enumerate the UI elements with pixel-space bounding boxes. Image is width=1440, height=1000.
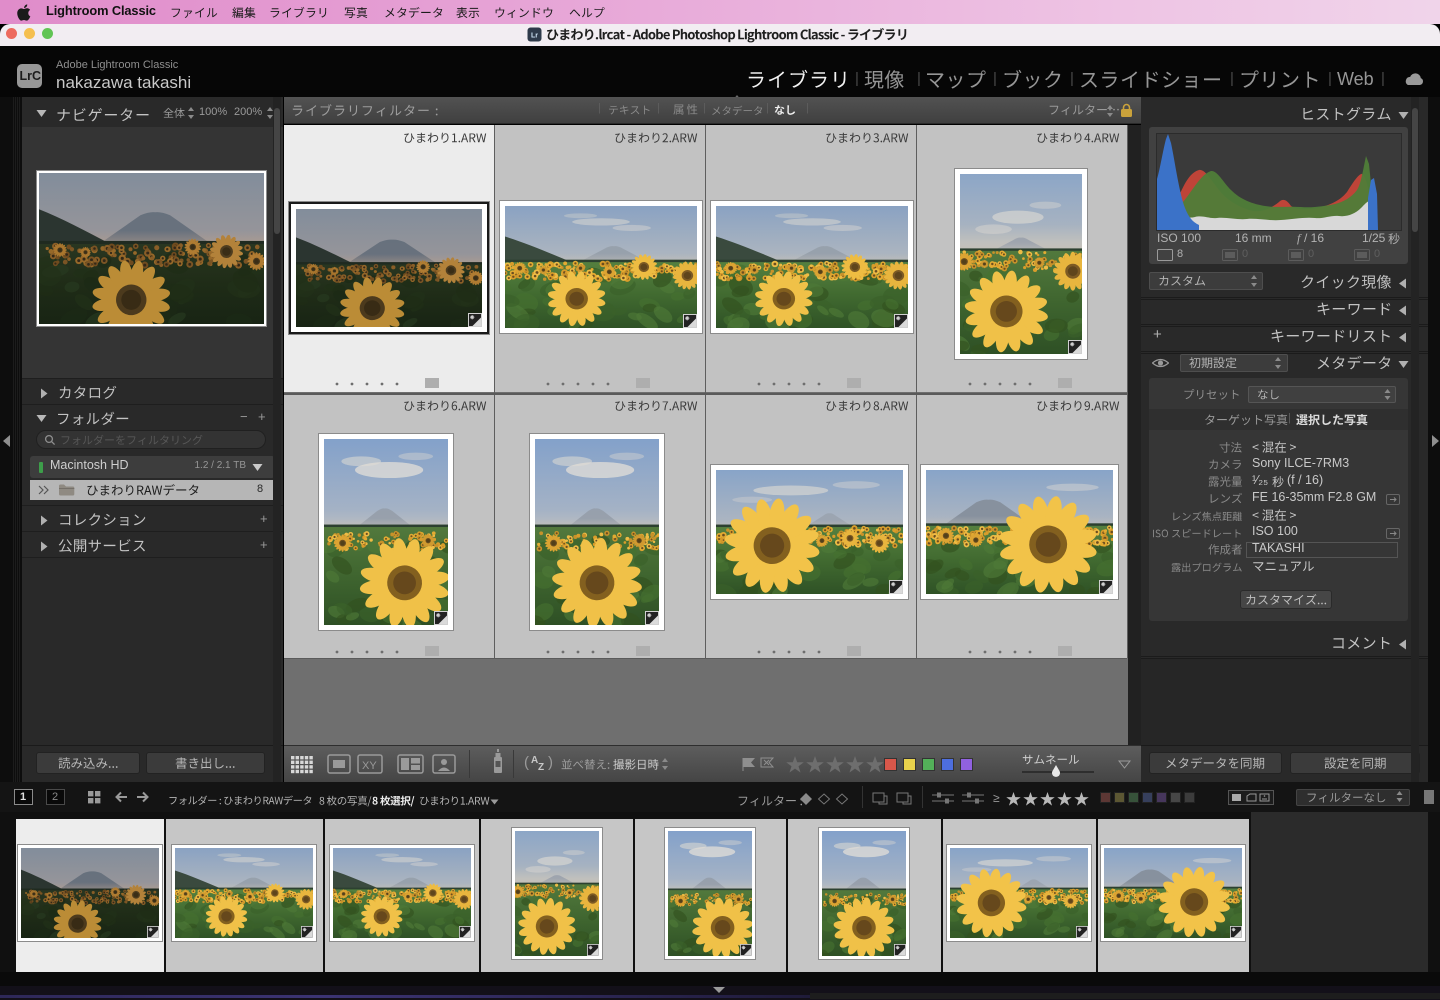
svg-text:XY: XY	[362, 760, 377, 772]
svg-text:Lr: Lr	[531, 33, 538, 40]
